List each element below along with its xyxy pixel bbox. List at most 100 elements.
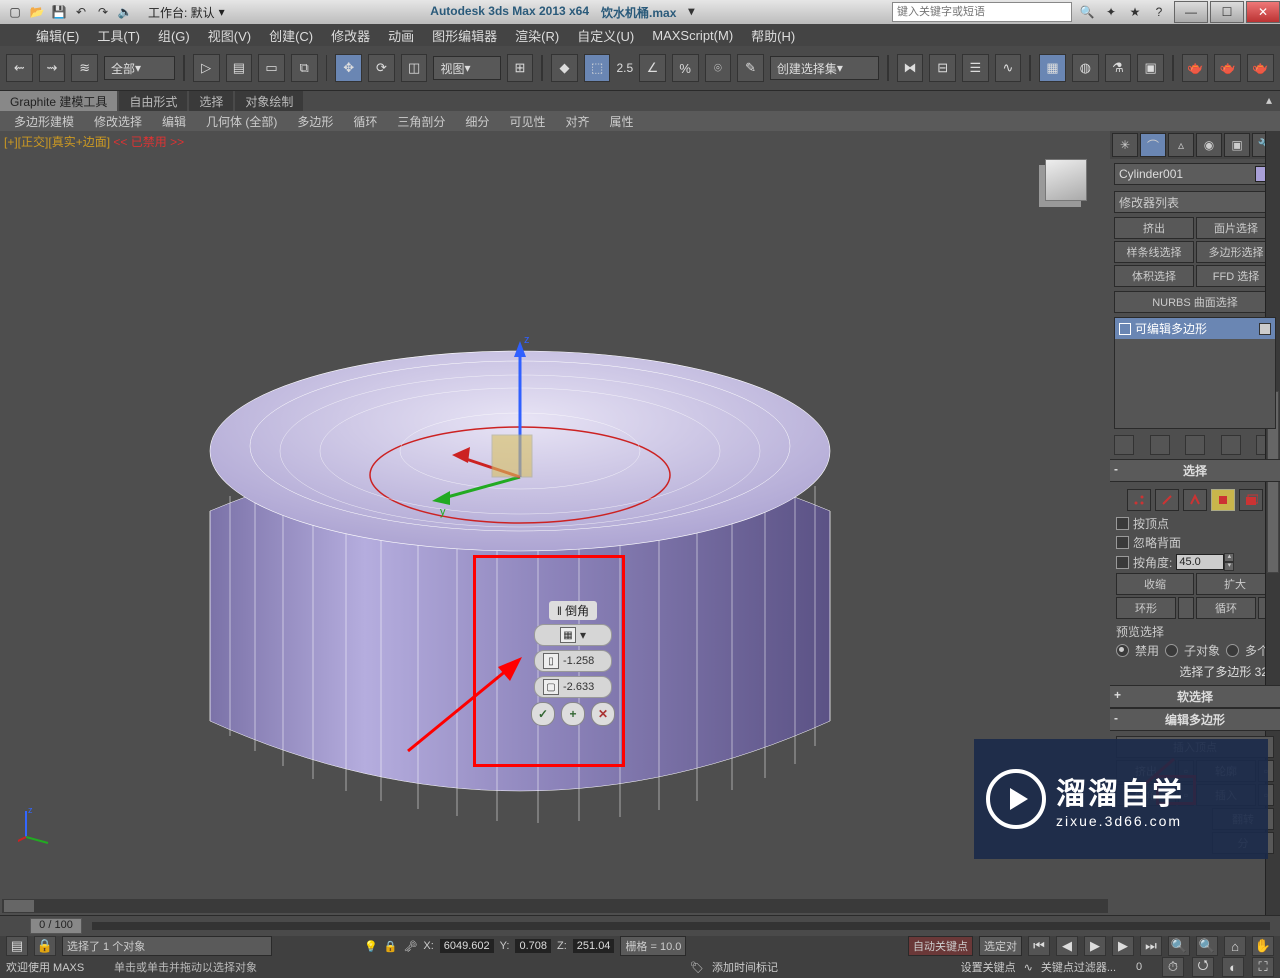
- time-handle[interactable]: 0 / 100: [30, 918, 82, 934]
- close-button[interactable]: ✕: [1246, 1, 1280, 23]
- align-icon[interactable]: ⊟: [929, 54, 956, 82]
- caddy-outline-row[interactable]: ▢-2.633: [534, 676, 612, 698]
- fov-icon[interactable]: ⌂: [1224, 936, 1246, 956]
- cylinder-model[interactable]: z y: [0, 131, 1070, 871]
- caddy-apply-button[interactable]: +: [561, 702, 585, 726]
- rsub-loop[interactable]: 循环: [345, 112, 385, 131]
- qat-save-icon[interactable]: 💾: [50, 3, 68, 21]
- menu-modifiers[interactable]: 修改器: [331, 26, 370, 45]
- teapot1-icon[interactable]: 🫖: [1182, 54, 1209, 82]
- rollout-softsel-header[interactable]: +软选择: [1110, 685, 1280, 708]
- rad-off[interactable]: [1116, 644, 1129, 657]
- bind-icon[interactable]: ≋: [71, 54, 98, 82]
- select-name-icon[interactable]: ▤: [226, 54, 253, 82]
- teapot2-icon[interactable]: 🫖: [1214, 54, 1241, 82]
- grow-button[interactable]: 扩大: [1196, 573, 1274, 595]
- rsub-poly[interactable]: 多边形: [289, 112, 341, 131]
- menu-rendering[interactable]: 渲染(R): [515, 26, 559, 45]
- rollout-selection-header[interactable]: -选择: [1110, 459, 1280, 482]
- angle-snap-icon[interactable]: ∠: [639, 54, 666, 82]
- modifier-list-dropdown[interactable]: 修改器列表▾: [1114, 191, 1276, 213]
- select-rect-icon[interactable]: ▭: [258, 54, 285, 82]
- scale-icon[interactable]: ◫: [401, 54, 428, 82]
- rsub-props[interactable]: 属性: [601, 112, 641, 131]
- render-setup-icon[interactable]: ⚗: [1105, 54, 1132, 82]
- key-filter-icon[interactable]: ∿: [1024, 961, 1033, 974]
- loop-button[interactable]: 循环: [1196, 597, 1256, 619]
- shrink-button[interactable]: 收缩: [1116, 573, 1194, 595]
- maxscript-mini-icon[interactable]: ▤: [6, 936, 28, 956]
- manip-icon[interactable]: ◆: [551, 54, 578, 82]
- snap-icon[interactable]: ⬚: [584, 54, 611, 82]
- workspace-dropdown[interactable]: 工作台: 默认 ▾: [140, 4, 233, 21]
- caddy-title[interactable]: ‖ 倒角: [549, 601, 597, 620]
- tag-icon[interactable]: 🏷: [690, 961, 704, 974]
- motion-tab-icon[interactable]: ◉: [1196, 133, 1222, 157]
- rsub-align[interactable]: 对齐: [557, 112, 597, 131]
- qat-redo-icon[interactable]: ↷: [94, 3, 112, 21]
- selection-filter[interactable]: 全部 ▾: [104, 56, 175, 80]
- display-tab-icon[interactable]: ▣: [1224, 133, 1250, 157]
- preset-nurbs[interactable]: NURBS 曲面选择: [1114, 291, 1276, 313]
- time-config-icon[interactable]: ⏱: [1162, 957, 1184, 977]
- selected-set[interactable]: 选定对: [979, 936, 1022, 956]
- maximize-button[interactable]: ☐: [1210, 1, 1244, 23]
- star-icon[interactable]: ★: [1126, 3, 1144, 21]
- prev-frame-icon[interactable]: ◀: [1056, 936, 1078, 956]
- qat-link-icon[interactable]: 🔈: [116, 3, 134, 21]
- ref-coord-dropdown[interactable]: 视图 ▾: [433, 56, 500, 80]
- lock-icon-2[interactable]: 🔒: [384, 940, 398, 953]
- so-border[interactable]: [1183, 489, 1207, 511]
- menu-customize[interactable]: 自定义(U): [577, 26, 634, 45]
- coord-y[interactable]: 0.708: [515, 939, 551, 953]
- qat-new-icon[interactable]: ▢: [6, 3, 24, 21]
- rad-multi[interactable]: [1226, 644, 1239, 657]
- hierarchy-tab-icon[interactable]: ▵: [1168, 133, 1194, 157]
- rsub-tri[interactable]: 三角剖分: [389, 112, 453, 131]
- exchange-icon[interactable]: ✦: [1102, 3, 1120, 21]
- ribbon-tab-objpaint[interactable]: 对象绘制: [235, 91, 303, 111]
- link-icon[interactable]: ⇜: [6, 54, 33, 82]
- menu-animation[interactable]: 动画: [388, 26, 414, 45]
- zoom-icon[interactable]: 🔍: [1168, 936, 1190, 956]
- ortho-viewport[interactable]: [+][正交][真实+边面] << 已禁用 >>: [0, 131, 1110, 915]
- ribbon-tab-freeform[interactable]: 自由形式: [119, 91, 187, 111]
- zoom-all-icon[interactable]: 🔍: [1196, 936, 1218, 956]
- search-icon[interactable]: 🔍: [1078, 3, 1096, 21]
- add-time-tag[interactable]: 添加时间标记: [712, 959, 778, 975]
- unlink-icon[interactable]: ⇝: [39, 54, 66, 82]
- viewport-hscroll[interactable]: [2, 899, 1108, 913]
- qat-open-icon[interactable]: 📂: [28, 3, 46, 21]
- caddy-cancel-button[interactable]: ✕: [591, 702, 615, 726]
- autokey-button[interactable]: 自动关键点: [908, 936, 973, 956]
- pivot-icon[interactable]: ⊞: [507, 54, 534, 82]
- menu-tools[interactable]: 工具(T): [97, 26, 140, 45]
- schematic-icon[interactable]: ▦: [1039, 54, 1066, 82]
- caddy-height-row[interactable]: ▯-1.258: [534, 650, 612, 672]
- show-end-icon[interactable]: [1150, 435, 1170, 455]
- orbit-icon[interactable]: ⭯: [1192, 957, 1214, 977]
- render-frame-icon[interactable]: ▣: [1137, 54, 1164, 82]
- so-vertex[interactable]: [1127, 489, 1151, 511]
- move-icon[interactable]: ✥: [335, 54, 362, 82]
- named-sel-edit-icon[interactable]: ✎: [737, 54, 764, 82]
- pan-icon[interactable]: ✋: [1252, 936, 1274, 956]
- rsub-geom[interactable]: 几何体 (全部): [198, 112, 285, 131]
- preset-polysel[interactable]: 多边形选择: [1196, 241, 1276, 263]
- help-icon[interactable]: ?: [1150, 3, 1168, 21]
- unique-icon[interactable]: [1185, 435, 1205, 455]
- ring-spin[interactable]: [1178, 597, 1194, 619]
- preset-ffdsel[interactable]: FFD 选择: [1196, 265, 1276, 287]
- goto-end-icon[interactable]: ⏭: [1140, 936, 1162, 956]
- caddy-ok-button[interactable]: ✓: [531, 702, 555, 726]
- maximize-vp-icon[interactable]: ⛶: [1252, 957, 1274, 977]
- current-frame[interactable]: 0: [1124, 961, 1154, 973]
- ribbon-collapse-icon[interactable]: ▴: [1258, 91, 1280, 111]
- teapot3-icon[interactable]: 🫖: [1247, 54, 1274, 82]
- lamp-icon[interactable]: 💡: [364, 940, 378, 953]
- remove-mod-icon[interactable]: [1221, 435, 1241, 455]
- ribbon-tab-selection[interactable]: 选择: [189, 91, 233, 111]
- rsub-polymodel[interactable]: 多边形建模: [6, 112, 82, 131]
- layer-icon[interactable]: ☰: [962, 54, 989, 82]
- preset-patchsel[interactable]: 面片选择: [1196, 217, 1276, 239]
